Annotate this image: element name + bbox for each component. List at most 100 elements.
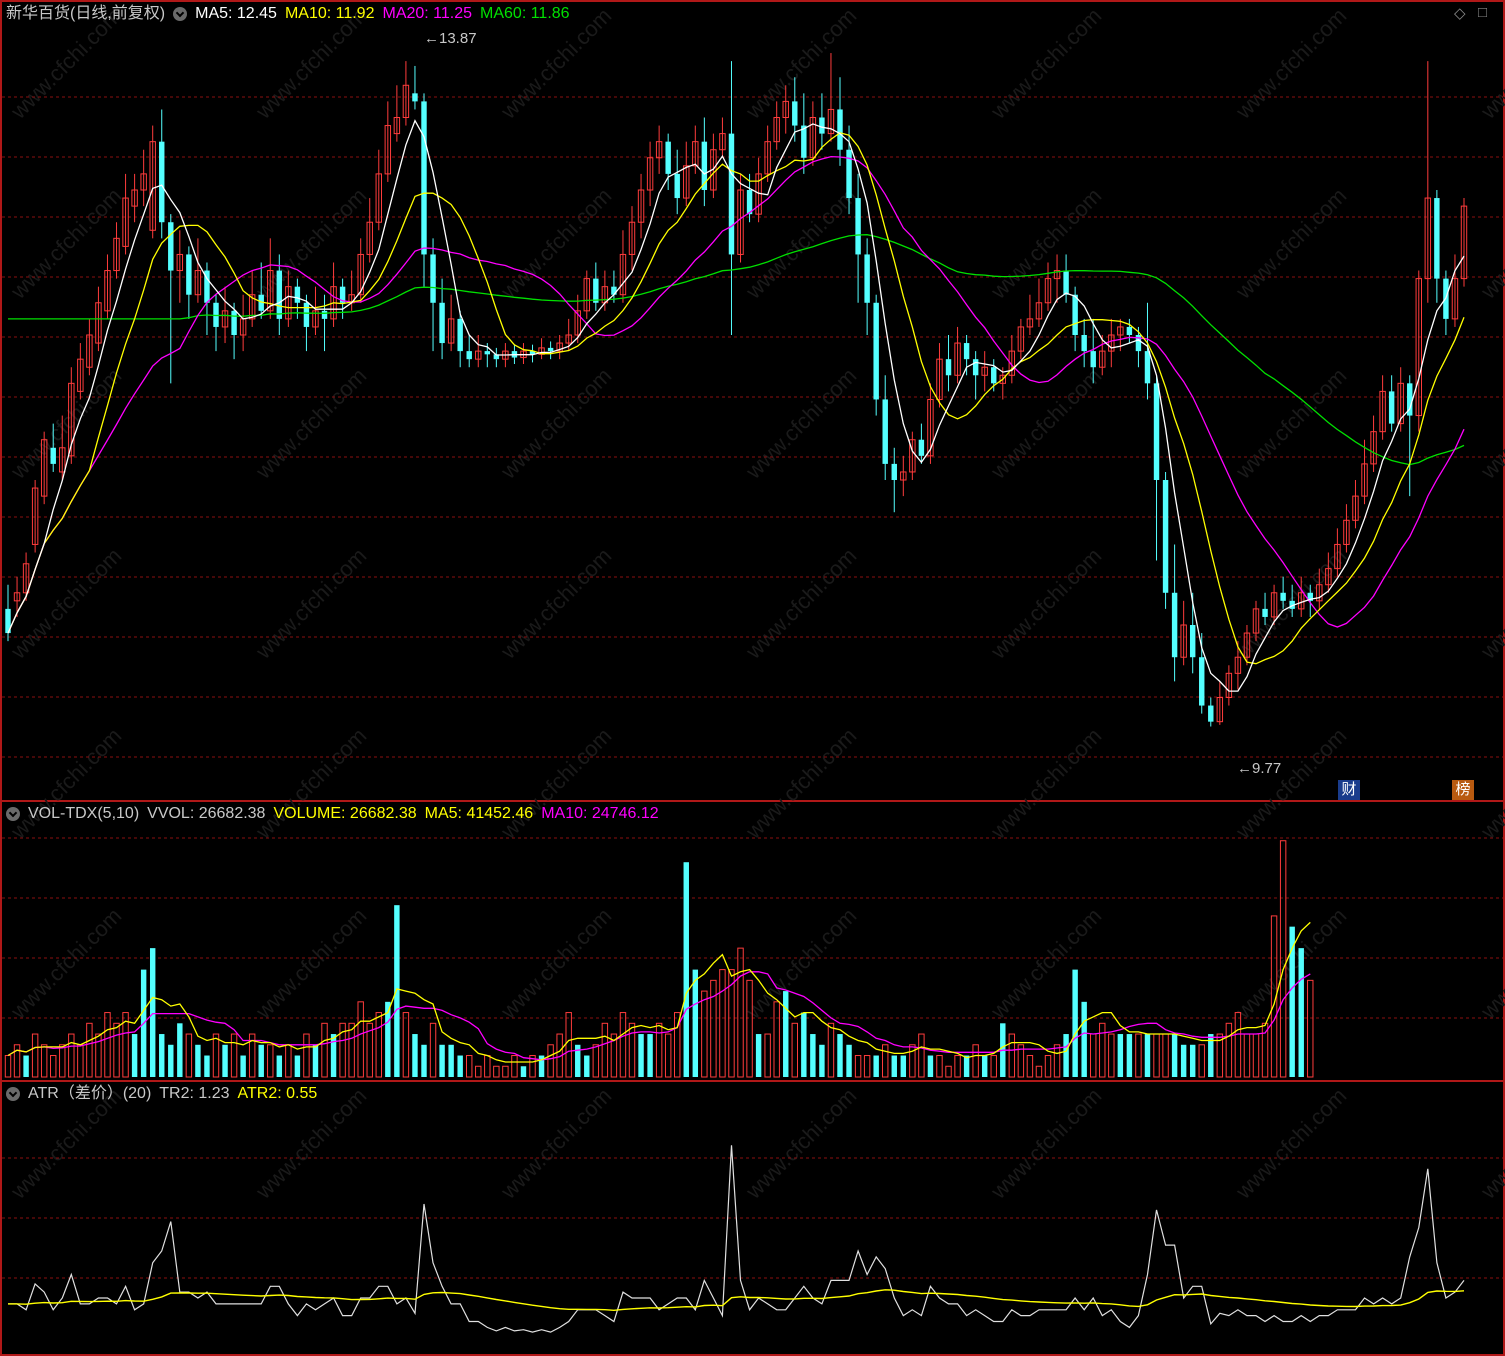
volume-bar — [1234, 1012, 1242, 1078]
ma5-line — [7, 119, 1465, 692]
watermark-text: www.cfchi.com — [1475, 903, 1505, 1024]
volume-panel-header: VOL-TDX(5,10) VVOL: 26682.38 VOLUME: 266… — [6, 803, 667, 825]
chevron-down-icon[interactable] — [173, 7, 188, 21]
candle-body — [918, 439, 925, 456]
ma10-value: MA10: 11.92 — [284, 5, 375, 22]
volume-bar — [1135, 1033, 1142, 1078]
volume-bar — [448, 1044, 454, 1077]
volume-bar — [258, 1044, 264, 1077]
volume-bar — [873, 1055, 879, 1077]
left-arrow-icon: ← — [1237, 760, 1252, 777]
watermark-text: www.cfchi.com — [985, 3, 1106, 124]
left-arrow-icon: ← — [424, 30, 439, 47]
candle-body — [674, 173, 680, 199]
volume-bar — [565, 1012, 572, 1078]
volume-bar — [421, 1044, 427, 1077]
candle-body — [547, 347, 554, 352]
volume-bar — [493, 1065, 500, 1078]
atr2-line — [8, 1289, 1465, 1312]
watermark-text: www.cfchi.com — [1475, 363, 1505, 484]
volume-bar — [113, 1022, 120, 1078]
candle-body — [50, 447, 56, 464]
watermark-text: www.cfchi.com — [495, 1083, 616, 1204]
stock-title[interactable]: 新华百货(日线,前复权) — [6, 3, 165, 25]
volume-bar — [303, 1033, 310, 1078]
watermark-text: www.cfchi.com — [5, 903, 126, 1024]
volume-bar — [1162, 1033, 1169, 1078]
candle-body — [864, 254, 870, 303]
volume-bar — [68, 1033, 75, 1078]
watermark-text: www.cfchi.com — [1475, 3, 1505, 124]
candle-body — [972, 359, 979, 376]
volume-bar — [819, 1044, 825, 1077]
volume-bar — [547, 1044, 554, 1078]
candle-body — [321, 310, 328, 319]
volume-bar — [972, 1044, 979, 1078]
volume-ma5-line — [7, 921, 1311, 1063]
watermark-text: www.cfchi.com — [250, 543, 371, 664]
volume-bar — [945, 1065, 952, 1078]
volume-bar — [375, 1012, 382, 1078]
volume-bar — [59, 1044, 66, 1078]
volume-bar — [185, 1033, 193, 1078]
volume-bar — [601, 1022, 609, 1078]
ma10-line — [7, 132, 1465, 665]
ranking-badge[interactable]: 榜 — [1452, 780, 1474, 800]
vol-ma10-value: MA10: 24746.12 — [541, 805, 659, 822]
watermark-text: www.cfchi.com — [5, 723, 126, 844]
volume-bar — [592, 1044, 600, 1078]
volume-bar — [1026, 1055, 1034, 1078]
volume-bar — [854, 1055, 862, 1078]
volume-bar — [131, 1034, 138, 1077]
volume-bar — [837, 1034, 843, 1077]
candle-body — [159, 141, 165, 223]
volume-bar — [267, 1044, 274, 1078]
candle-body — [1189, 625, 1196, 658]
volume-bar — [195, 1044, 201, 1077]
watermark-text: www.cfchi.com — [1230, 363, 1351, 484]
volume-bar — [1189, 1044, 1196, 1077]
low-marker: ←9.77 — [1237, 760, 1281, 777]
chevron-down-icon[interactable] — [6, 807, 20, 821]
vol-indicator-title[interactable]: VOL-TDX(5,10) — [28, 803, 139, 825]
candle-body — [792, 101, 798, 126]
ma60-line — [8, 234, 1465, 466]
watermark-text: www.cfchi.com — [985, 723, 1106, 844]
watermark-text: www.cfchi.com — [1230, 1083, 1351, 1204]
candle-body — [891, 463, 897, 480]
candle-body — [1081, 335, 1087, 352]
watermark-text: www.cfchi.com — [250, 363, 371, 484]
watermark-text: www.cfchi.com — [495, 903, 616, 1024]
volume-bar — [584, 1055, 590, 1077]
chart-canvas[interactable]: www.cfchi.com www.cfchi.com www.cfchi.com w… — [0, 0, 1505, 1356]
watermark-text: www.cfchi.com — [985, 1083, 1106, 1204]
atr-indicator-title[interactable]: ATR（差价）(20) — [28, 1083, 151, 1105]
volume-bar — [683, 862, 689, 1077]
diamond-icon[interactable]: ◇ — [1454, 4, 1466, 22]
ma20-line — [7, 155, 1465, 634]
volume-bar — [755, 1034, 762, 1077]
watermark-text: www.cfchi.com — [250, 903, 371, 1024]
watermark-text: www.cfchi.com — [1230, 3, 1351, 124]
volume-bar — [520, 1066, 527, 1077]
volume-bar — [1063, 1034, 1069, 1077]
volume-bar — [511, 1055, 518, 1078]
candle-body — [991, 367, 997, 384]
volume-bar — [1117, 1034, 1124, 1077]
volume-bar — [159, 1034, 165, 1077]
chevron-down-icon[interactable] — [6, 1087, 20, 1101]
candle-body — [466, 351, 472, 360]
finance-badge[interactable]: 财 — [1338, 780, 1360, 800]
volume-bar — [1144, 1034, 1151, 1077]
watermark-text: www.cfchi.com — [740, 543, 861, 664]
volume-bar — [1307, 979, 1314, 1078]
volume-bar — [1099, 1022, 1106, 1078]
volume-bar — [1081, 1001, 1087, 1077]
volume-bar — [791, 1022, 798, 1078]
candle-body — [1090, 351, 1096, 368]
candle-body — [611, 286, 617, 295]
square-icon[interactable]: □ — [1478, 4, 1487, 21]
ma60-value: MA60: 11.86 — [480, 5, 570, 22]
ma5-value: MA5: 12.45 — [195, 5, 277, 22]
volume-bar — [240, 1055, 246, 1077]
